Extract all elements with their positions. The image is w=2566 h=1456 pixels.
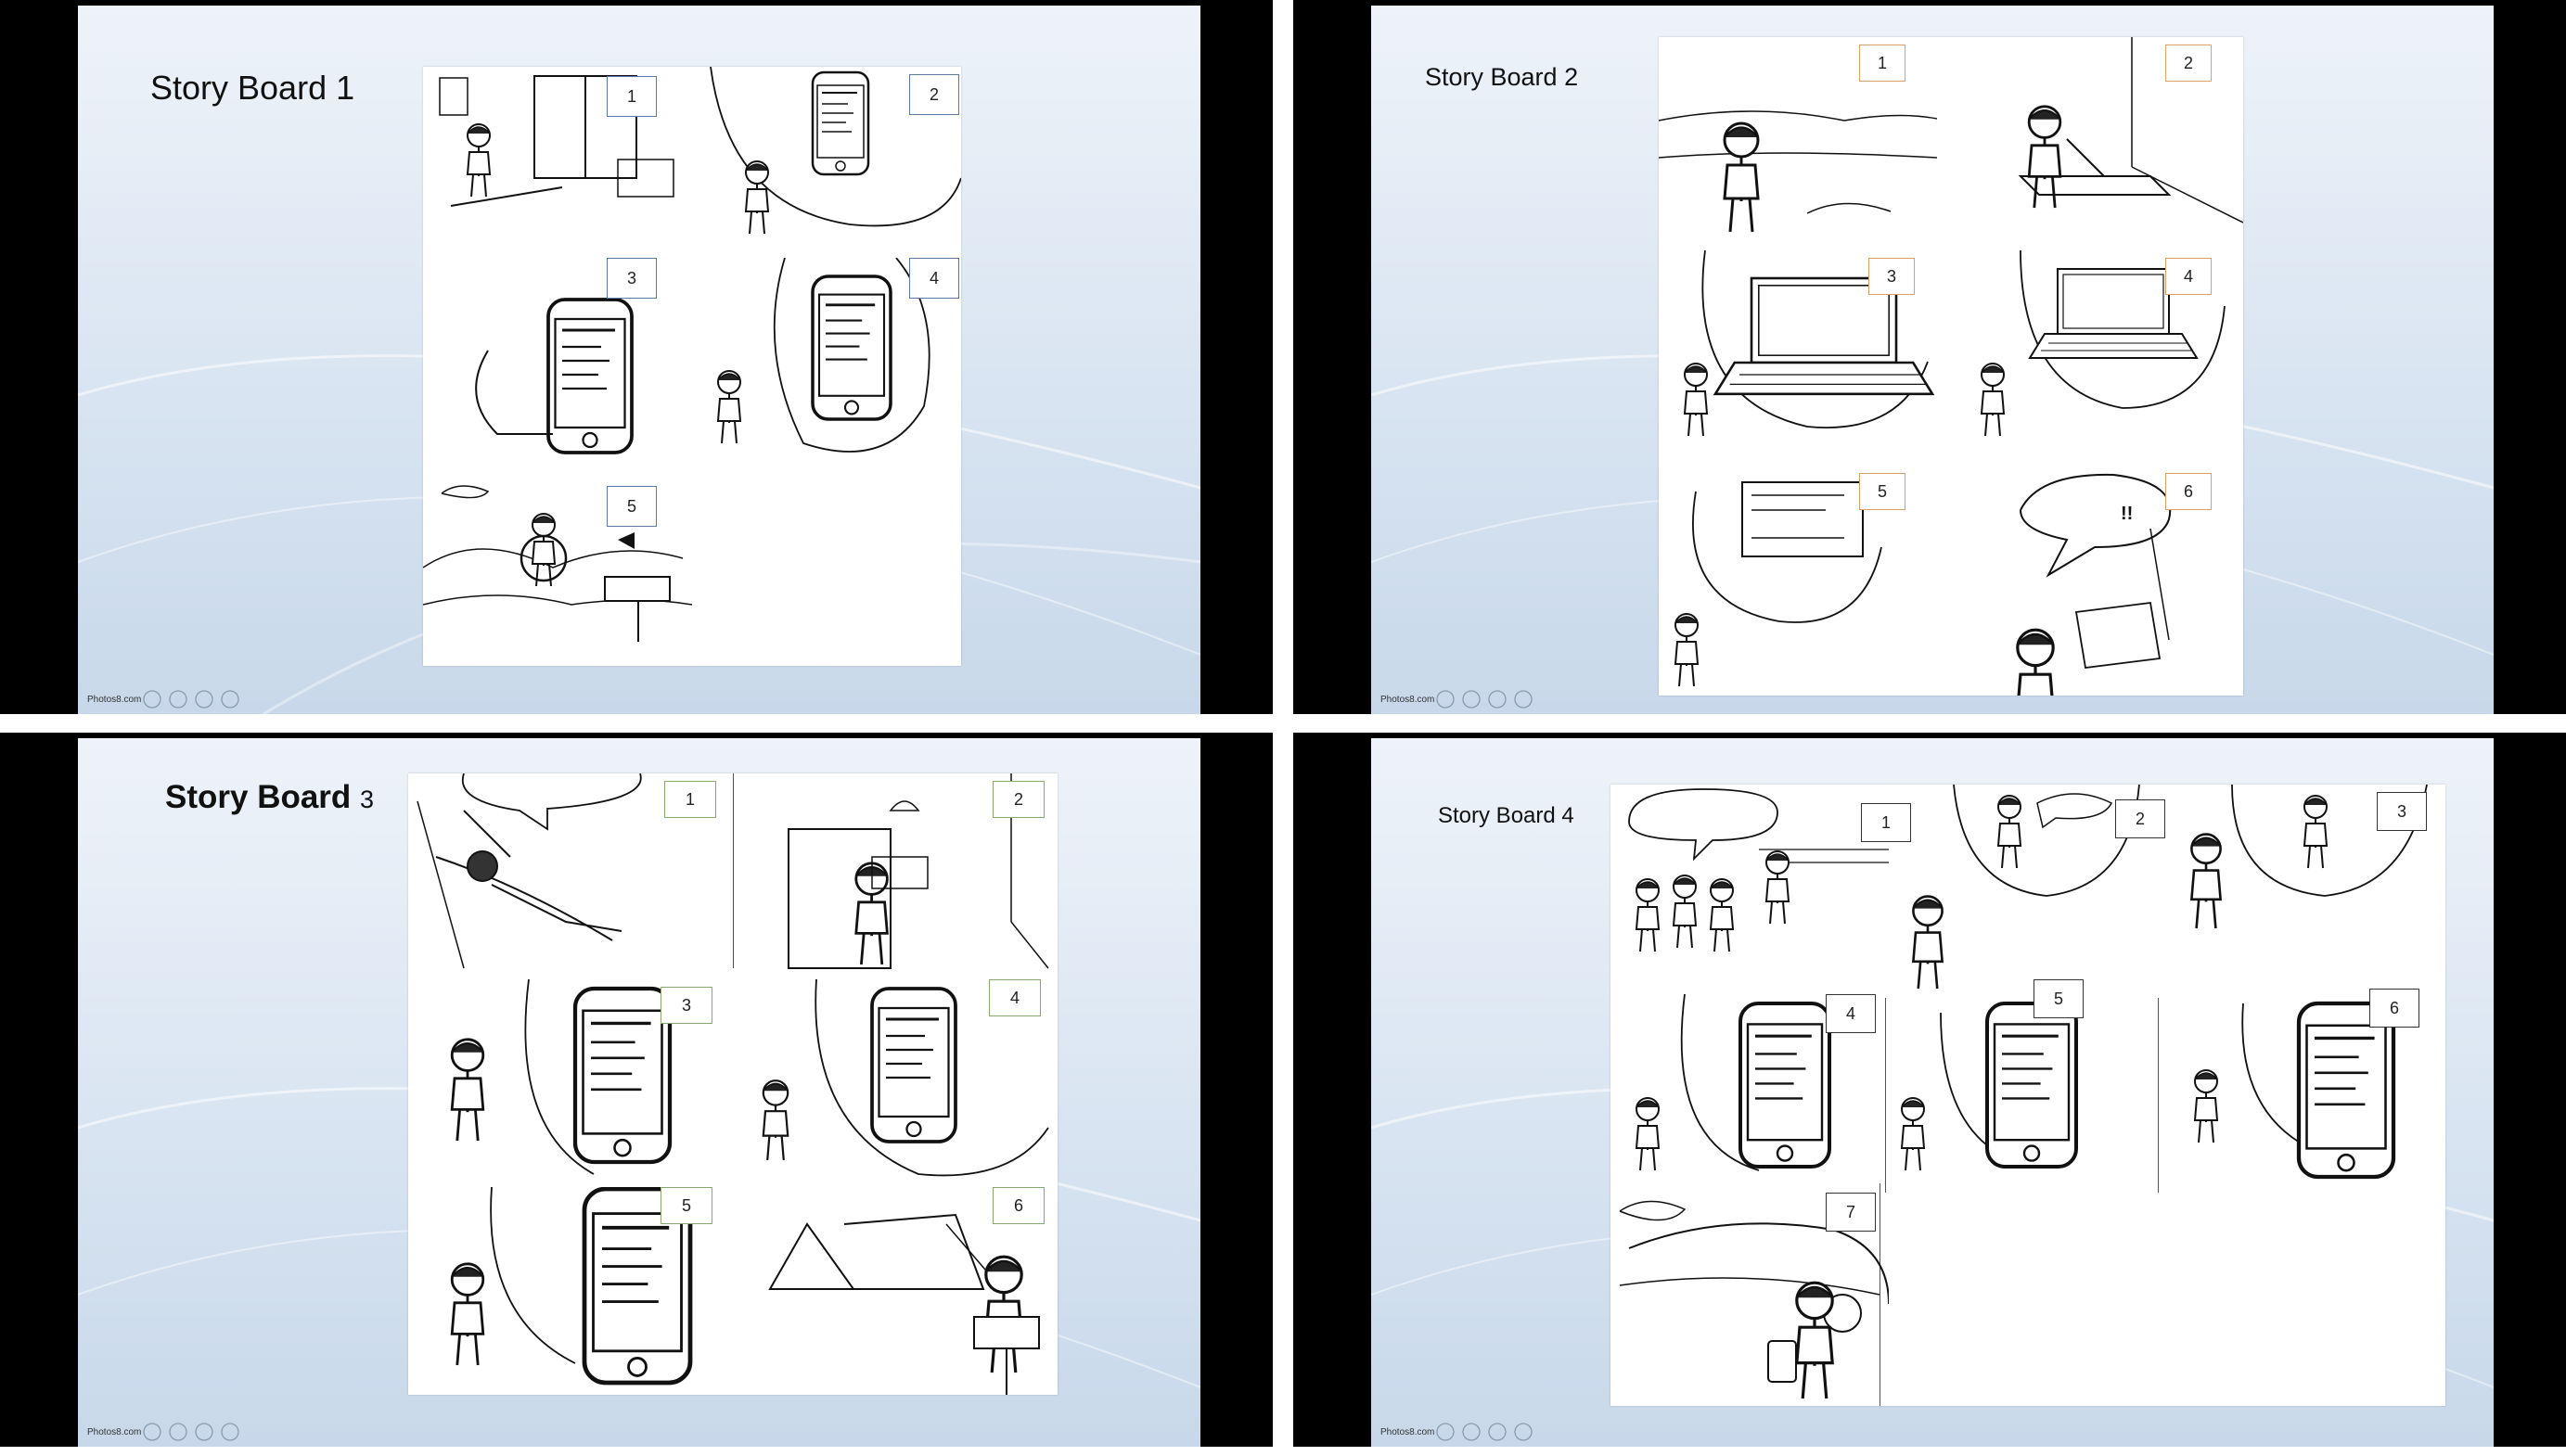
sketch-panel-3: 3 (408, 979, 733, 1183)
slide-background: Story Board 1 1 2 3 4 5 Photos8.com (78, 6, 1200, 714)
panel-number-box: 7 (1826, 1193, 1876, 1232)
storyboard-sheet: 1 2 3 (1610, 785, 2445, 1406)
storyboard-title-number: 3 (360, 785, 375, 813)
sketch-panel-4: 4 (733, 979, 1058, 1183)
panel-number-box: 2 (2165, 45, 2212, 82)
menu-icon[interactable] (1462, 690, 1481, 709)
storyboard-sheet: 1 2 3 (423, 67, 961, 666)
sketch-panel-6: !! 6 (1965, 473, 2243, 696)
laptop-tab-relax: Relax (1659, 250, 1660, 251)
pen-icon[interactable] (143, 690, 161, 709)
sketch-panel-1: 1 (423, 67, 692, 252)
sketch-panel-2: 2 (1889, 785, 2167, 989)
pen-icon[interactable] (1436, 690, 1455, 709)
panel-number-box: 1 (664, 781, 716, 818)
panel-number-box: 6 (2165, 473, 2212, 510)
zoom-icon[interactable] (1488, 1423, 1507, 1441)
slide-storyboard-2: Story Board 2 1 2 3 4 5 !! 6 Photos8.com (1293, 0, 2566, 714)
sketch-panel-1: 1 (408, 773, 733, 977)
pen-icon[interactable] (143, 1423, 161, 1441)
photo-credit: Photos8.com (87, 1427, 142, 1437)
storyboard-sheet: 1 2 Trav (1659, 37, 2243, 696)
panel-number-box: 1 (1859, 45, 1905, 82)
panel-number-box: 3 (1868, 258, 1915, 295)
sketch-panel-4: 4 (1610, 994, 1885, 1189)
sketch-panel-2: 2 (701, 67, 961, 252)
storyboard-title: Story Board 3 (165, 779, 374, 816)
storyboard-title: Story Board 4 (1438, 803, 1574, 828)
sketch-panel-4: 4 (701, 258, 961, 462)
more-icon[interactable] (1514, 690, 1533, 709)
storyboard-title: Story Board 1 (150, 69, 355, 107)
sketch-panel-5: 5 (423, 475, 692, 660)
more-icon[interactable] (1514, 1423, 1533, 1441)
slide-background: Story Board 4 1 2 3 4 5 6 7 Photos8.com (1371, 738, 2494, 1447)
slide-storyboard-1: Story Board 1 1 2 3 4 5 Photos8.com (0, 0, 1273, 714)
panel-number-box: 2 (993, 781, 1045, 818)
panel-number-box: 3 (661, 987, 712, 1024)
sketch-panel-5: 5 (408, 1187, 733, 1395)
sketch-panel-1: 1 (1610, 785, 1911, 989)
sketch-panel-7: 7 (1610, 1193, 1889, 1406)
slide-storyboard-4: Story Board 4 1 2 3 4 5 6 7 Photos8.com (1293, 733, 2566, 1447)
panel-number-box: 3 (2377, 792, 2427, 831)
slideshow-toolbar[interactable] (141, 1421, 327, 1443)
panel-number-box: 5 (1859, 473, 1905, 510)
panel-number-box: 2 (2115, 799, 2165, 838)
menu-icon[interactable] (1462, 1423, 1481, 1441)
sketch-panel-6: 6 (2160, 989, 2445, 1189)
sketch-panel-2: 2 (1965, 37, 2243, 250)
panel-number-box: 6 (993, 1187, 1045, 1224)
slide-background: Story Board 2 1 2 3 4 5 !! 6 Photos8.com (1371, 6, 2494, 714)
panel-number-box: 4 (1826, 994, 1876, 1033)
panel-number-box: 2 (909, 74, 959, 115)
panel-number-box: 5 (2034, 979, 2084, 1018)
menu-icon[interactable] (169, 1423, 187, 1441)
sketch-panel-3: 3 (423, 258, 692, 462)
sketch-panel-4: 4 (1965, 250, 2243, 464)
sketch-panel-2: 2 (733, 773, 1058, 977)
panel-number-box: 1 (607, 76, 657, 117)
photo-credit: Photos8.com (1380, 695, 1435, 705)
photo-credit: Photos8.com (87, 695, 142, 705)
panel-number-box: 6 (2369, 989, 2419, 1028)
slide-background: Story Board 3 1 2 3 4 5 6 Photos8.com (78, 738, 1200, 1447)
slideshow-toolbar[interactable] (1434, 1421, 1620, 1443)
zoom-icon[interactable] (195, 1423, 213, 1441)
sketch-panel-3: 3 (2167, 785, 2445, 989)
panel-number-box: 3 (607, 258, 657, 299)
panel-number-box: 4 (2165, 258, 2212, 295)
photo-credit: Photos8.com (1380, 1427, 1435, 1437)
storyboard-title: Story Board 2 (1425, 63, 1579, 91)
more-icon[interactable] (221, 1423, 239, 1441)
panel-number-box: 5 (661, 1187, 712, 1224)
slide-storyboard-3: Story Board 3 1 2 3 4 5 6 Photos8.com (0, 733, 1273, 1447)
panel-number-box: 4 (909, 258, 959, 299)
sketch-panel-6: 6 (733, 1187, 1058, 1395)
menu-icon[interactable] (169, 690, 187, 709)
storyboard-sheet: 1 2 3 (408, 773, 1058, 1395)
more-icon[interactable] (221, 690, 239, 709)
slideshow-toolbar[interactable] (1434, 688, 1620, 710)
zoom-icon[interactable] (1488, 690, 1507, 709)
sketch-panel-3: Travel review Travel Eat Relax 3 (1659, 250, 1937, 464)
speech-bubble-text: !! (2121, 504, 2133, 524)
sketch-panel-1: 1 (1659, 37, 1937, 250)
panel-number-box: 5 (607, 486, 657, 527)
slideshow-toolbar[interactable] (141, 688, 327, 710)
sketch-panel-5: 5 (1885, 979, 2160, 1189)
zoom-icon[interactable] (195, 690, 213, 709)
sketch-panel-5: 5 (1659, 473, 1937, 696)
pen-icon[interactable] (1436, 1423, 1455, 1441)
storyboard-title-text: Story Board (165, 779, 352, 815)
panel-number-box: 4 (989, 979, 1041, 1016)
